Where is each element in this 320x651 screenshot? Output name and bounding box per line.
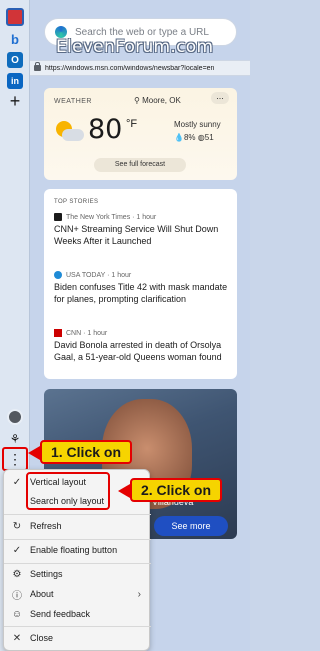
story-headline[interactable]: Biden confuses Title 42 with mask mandat… xyxy=(54,281,232,305)
top-stories-card: TOP STORIES The New York Times · 1 hour … xyxy=(44,189,237,379)
story-item[interactable]: The New York Times · 1 hour CNN+ Streami… xyxy=(54,213,232,247)
copilot-icon[interactable]: ⚘ xyxy=(7,431,23,447)
story-source: CNN · 1 hour xyxy=(54,329,232,337)
story-source-label: CNN · 1 hour xyxy=(66,329,108,337)
cnn-logo-icon xyxy=(54,329,62,337)
lock-icon xyxy=(34,62,41,71)
aqi-icon: ◍ xyxy=(197,133,205,142)
precip-value: 8% xyxy=(183,133,196,142)
refresh-icon: ↻ xyxy=(12,520,22,532)
weather-location[interactable]: ⚲ Moore, OK xyxy=(134,96,181,105)
feedback-icon: ☺ xyxy=(11,608,23,620)
menu-item-enable-floating-button[interactable]: ✓ Enable floating button xyxy=(4,540,151,560)
search-placeholder: Search the web or type a URL xyxy=(75,26,209,38)
info-icon: ⓘ xyxy=(12,590,22,602)
weather-stats: 💧8% ◍51 xyxy=(174,133,214,142)
weather-unit: °F xyxy=(126,118,138,130)
see-more-button[interactable]: See more xyxy=(154,516,228,536)
menu-divider xyxy=(4,626,151,627)
bing-icon[interactable]: b xyxy=(7,31,23,47)
check-icon: ✓ xyxy=(12,476,22,488)
gear-icon: ⚙ xyxy=(12,568,22,580)
close-icon: ✕ xyxy=(12,632,22,644)
aqi-value: 51 xyxy=(204,133,214,142)
more-button-highlight xyxy=(2,447,28,471)
story-source: USA TODAY · 1 hour xyxy=(54,271,232,279)
location-pin-icon: ⚲ xyxy=(134,96,143,105)
story-source-label: The New York Times · 1 hour xyxy=(66,213,157,221)
story-headline[interactable]: CNN+ Streaming Service Will Shut Down We… xyxy=(54,223,232,247)
add-icon[interactable]: + xyxy=(7,91,23,111)
menu-divider xyxy=(4,514,151,515)
menu-item-about[interactable]: ⓘ About › xyxy=(4,584,151,604)
rain-drop-icon: 💧 xyxy=(174,133,184,142)
menu-item-label: Close xyxy=(30,633,54,643)
news-icon[interactable] xyxy=(6,8,24,26)
url-bar[interactable]: https://windows.msn.com/windows/newsbar?… xyxy=(30,60,250,76)
menu-item-label: Search only layout xyxy=(30,496,105,506)
callout-step-1: 1. Click on xyxy=(28,440,132,464)
chevron-right-icon: › xyxy=(137,588,141,600)
menu-item-label: Settings xyxy=(30,569,63,579)
partly-sunny-icon xyxy=(56,121,84,143)
outlook-icon[interactable]: O xyxy=(7,52,23,68)
menu-item-label: Send feedback xyxy=(30,609,91,619)
weather-more-button[interactable]: ... xyxy=(211,92,229,104)
menu-item-send-feedback[interactable]: ☺ Send feedback xyxy=(4,604,151,624)
menu-item-label: Enable floating button xyxy=(30,545,118,555)
watermark: ElevenForum.com xyxy=(56,37,214,57)
url-text: https://windows.msn.com/windows/newsbar?… xyxy=(45,64,215,72)
linkedin-icon[interactable]: in xyxy=(7,73,23,89)
story-source: The New York Times · 1 hour xyxy=(54,213,232,221)
story-item[interactable]: USA TODAY · 1 hour Biden confuses Title … xyxy=(54,271,232,305)
full-forecast-button[interactable]: See full forecast xyxy=(94,158,186,172)
weather-location-label: Moore, OK xyxy=(142,96,181,105)
nyt-logo-icon xyxy=(54,213,62,221)
usa-today-logo-icon xyxy=(54,271,62,279)
weather-condition: Mostly sunny xyxy=(174,120,221,129)
callout-step-2: 2. Click on xyxy=(118,478,222,502)
story-headline[interactable]: David Bonola arrested in death of Orsoly… xyxy=(54,339,232,363)
story-source-label: USA TODAY · 1 hour xyxy=(66,271,132,279)
weather-card[interactable]: WEATHER ⚲ Moore, OK ... 80 °F Mostly sun… xyxy=(44,88,237,180)
menu-item-label: About xyxy=(30,589,54,599)
menu-item-label: Refresh xyxy=(30,521,62,531)
menu-item-close[interactable]: ✕ Close xyxy=(4,628,151,648)
top-stories-title: TOP STORIES xyxy=(54,199,99,205)
menu-item-settings[interactable]: ⚙ Settings xyxy=(4,564,151,584)
avatar[interactable] xyxy=(7,409,23,425)
story-item[interactable]: CNN · 1 hour David Bonola arrested in de… xyxy=(54,329,232,363)
weather-title: WEATHER xyxy=(54,98,92,105)
menu-item-refresh[interactable]: ↻ Refresh xyxy=(4,516,151,536)
menu-item-label: Vertical layout xyxy=(30,477,87,487)
check-icon: ✓ xyxy=(12,544,22,556)
weather-temperature: 80 xyxy=(88,114,123,145)
